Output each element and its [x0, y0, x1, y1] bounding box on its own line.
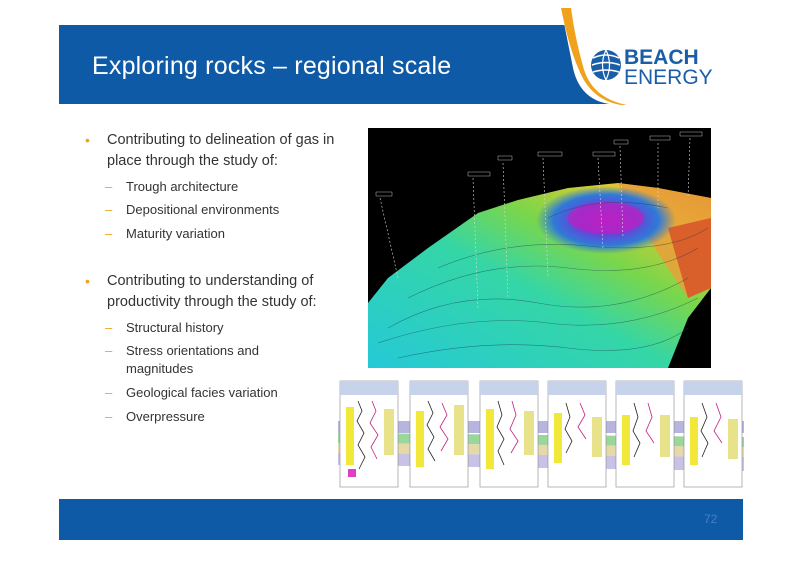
footer-bar [59, 499, 743, 540]
slide: Exploring rocks – regional scale BEACH E… [0, 0, 800, 566]
dash-icon: – [105, 202, 113, 217]
dash-icon: – [105, 320, 113, 335]
dash-icon: – [105, 385, 113, 400]
svg-text:ENERGY: ENERGY [624, 66, 713, 89]
bullet-dot-icon: • [85, 132, 90, 148]
globe-icon [591, 49, 621, 81]
dash-icon: – [105, 226, 113, 241]
dash-icon: – [105, 409, 113, 424]
well-log-correlation-image [338, 377, 744, 488]
page-number: 72 [704, 512, 718, 526]
dash-icon: – [105, 179, 113, 194]
beach-energy-logo: BEACH ENERGY [561, 8, 743, 108]
structure-map-image [368, 128, 711, 368]
slide-title: Exploring rocks – regional scale [92, 52, 452, 80]
bullet-dot-icon: • [85, 273, 90, 289]
dash-icon: – [105, 343, 113, 358]
